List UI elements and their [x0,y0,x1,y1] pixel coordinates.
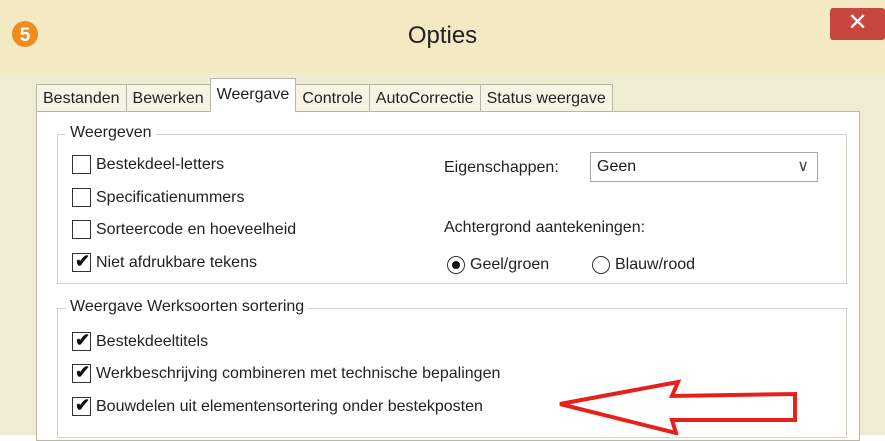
tab-weergave[interactable]: Weergave [209,78,297,112]
options-dialog: 5 Opties ✕ Bestanden Bewerken Weergave C… [0,0,885,441]
annotation-arrow-icon [559,379,797,435]
